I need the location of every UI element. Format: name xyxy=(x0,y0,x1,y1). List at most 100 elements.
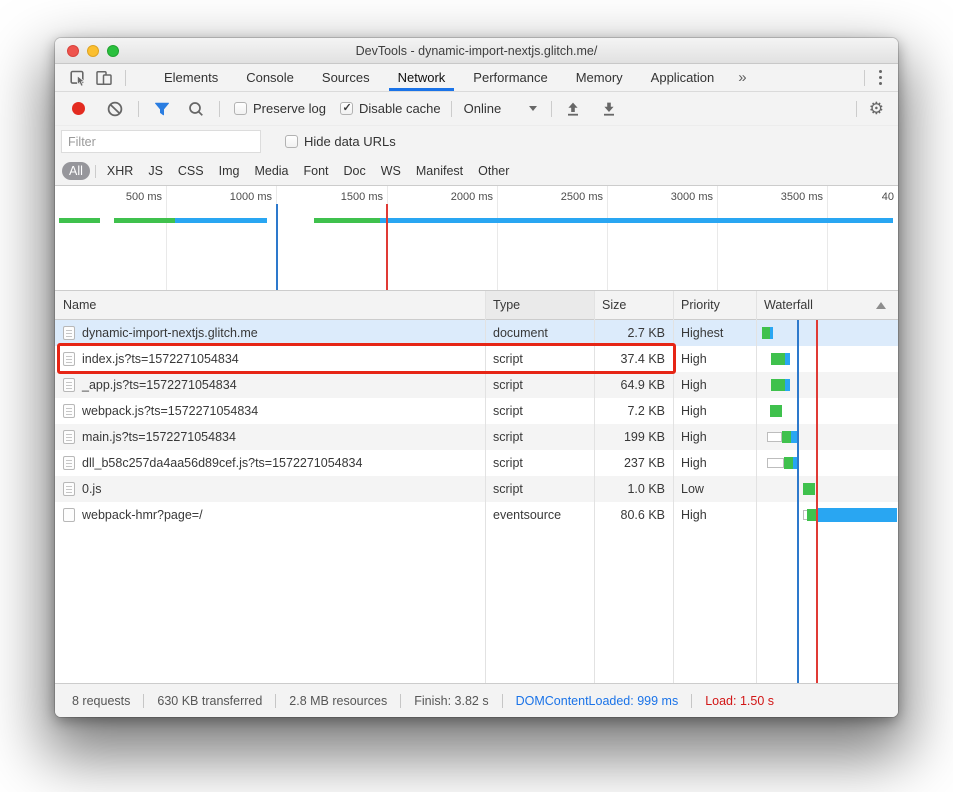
request-row[interactable]: webpack-hmr?page=/eventsource80.6 KBHigh xyxy=(55,502,898,528)
checkbox-unchecked[interactable] xyxy=(234,102,247,115)
cell-priority: High xyxy=(673,424,756,450)
chip-font[interactable]: Font xyxy=(299,162,334,180)
main-menu-icon[interactable] xyxy=(873,70,889,86)
disable-cache-checkbox[interactable]: Disable cache xyxy=(340,101,441,116)
column-header-priority[interactable]: Priority xyxy=(673,291,756,319)
chip-xhr[interactable]: XHR xyxy=(102,162,138,180)
column-separator[interactable] xyxy=(594,291,595,683)
request-row[interactable]: webpack.js?ts=1572271054834script7.2 KBH… xyxy=(55,398,898,424)
waterfall-bar-blue xyxy=(785,379,790,391)
more-tabs-button[interactable]: » xyxy=(728,69,756,86)
cell-priority: High xyxy=(673,372,756,398)
cell-type: script xyxy=(485,372,594,398)
column-header-type[interactable]: Type xyxy=(485,291,594,319)
cell-size: 64.9 KB xyxy=(594,372,673,398)
record-button[interactable] xyxy=(72,102,85,115)
cell-waterfall xyxy=(756,320,898,346)
cell-type: script xyxy=(485,346,594,372)
tab-memory[interactable]: Memory xyxy=(562,64,637,91)
overview-bar xyxy=(314,218,380,223)
clear-icon[interactable] xyxy=(102,97,128,121)
cell-name: webpack.js?ts=1572271054834 xyxy=(55,398,485,424)
chip-media[interactable]: Media xyxy=(249,162,293,180)
column-separator[interactable] xyxy=(485,291,486,683)
divider xyxy=(95,165,96,178)
file-icon xyxy=(63,482,75,496)
cell-type: eventsource xyxy=(485,502,594,528)
request-row[interactable]: dll_b58c257da4aa56d89cef.js?ts=157227105… xyxy=(55,450,898,476)
column-separator[interactable] xyxy=(756,291,757,683)
maximize-button[interactable] xyxy=(107,45,119,57)
column-header-waterfall[interactable]: Waterfall xyxy=(756,291,898,319)
cell-name: dynamic-import-nextjs.glitch.me xyxy=(55,320,485,346)
chevron-down-icon xyxy=(529,106,537,111)
request-row[interactable]: index.js?ts=1572271054834script37.4 KBHi… xyxy=(55,346,898,372)
cell-waterfall xyxy=(756,476,898,502)
tab-performance[interactable]: Performance xyxy=(459,64,561,91)
chip-manifest[interactable]: Manifest xyxy=(411,162,468,180)
checkbox-checked[interactable] xyxy=(340,102,353,115)
sort-ascending-icon xyxy=(876,302,886,309)
file-icon xyxy=(63,378,75,392)
column-header-size[interactable]: Size xyxy=(594,291,673,319)
chip-doc[interactable]: Doc xyxy=(339,162,371,180)
filter-icon[interactable] xyxy=(149,97,175,121)
throttling-select[interactable]: Online xyxy=(464,101,538,116)
overview-bar xyxy=(175,218,267,223)
waterfall-bar-green xyxy=(771,379,785,391)
cell-name: _app.js?ts=1572271054834 xyxy=(55,372,485,398)
tab-sources[interactable]: Sources xyxy=(308,64,384,91)
import-har-icon[interactable] xyxy=(560,97,586,121)
export-har-icon[interactable] xyxy=(596,97,622,121)
file-icon xyxy=(63,456,75,470)
column-header-name[interactable]: Name xyxy=(55,291,485,319)
file-icon xyxy=(63,326,75,340)
request-row[interactable]: dynamic-import-nextjs.glitch.medocument2… xyxy=(55,320,898,346)
timeline-overview[interactable]: 500 ms1000 ms1500 ms2000 ms2500 ms3000 m… xyxy=(55,186,898,291)
waterfall-bar-green xyxy=(807,509,816,521)
inspect-element-icon[interactable] xyxy=(65,66,91,90)
file-icon xyxy=(63,430,75,444)
chip-ws[interactable]: WS xyxy=(376,162,406,180)
checkbox-unchecked[interactable] xyxy=(285,135,298,148)
divider xyxy=(856,101,857,117)
file-icon xyxy=(63,404,75,418)
chip-other[interactable]: Other xyxy=(473,162,514,180)
ruler-label: 3000 ms xyxy=(671,191,713,203)
minimize-button[interactable] xyxy=(87,45,99,57)
preserve-log-checkbox[interactable]: Preserve log xyxy=(234,101,326,116)
request-row[interactable]: main.js?ts=1572271054834script199 KBHigh xyxy=(55,424,898,450)
titlebar: DevTools - dynamic-import-nextjs.glitch.… xyxy=(55,38,898,64)
ruler-label: 2500 ms xyxy=(561,191,603,203)
cell-size: 37.4 KB xyxy=(594,346,673,372)
search-icon[interactable] xyxy=(183,97,209,121)
network-toolbar: Preserve log Disable cache Online ⚙ xyxy=(55,92,898,126)
request-row[interactable]: _app.js?ts=1572271054834script64.9 KBHig… xyxy=(55,372,898,398)
column-separator[interactable] xyxy=(673,291,674,683)
chip-css[interactable]: CSS xyxy=(173,162,209,180)
tab-network[interactable]: Network xyxy=(384,64,460,91)
cell-name: webpack-hmr?page=/ xyxy=(55,502,485,528)
close-button[interactable] xyxy=(67,45,79,57)
cell-type: script xyxy=(485,476,594,502)
chip-img[interactable]: Img xyxy=(214,162,245,180)
request-row[interactable]: 0.jsscript1.0 KBLow xyxy=(55,476,898,502)
tab-elements[interactable]: Elements xyxy=(150,64,232,91)
chip-all[interactable]: All xyxy=(62,162,90,180)
tab-application[interactable]: Application xyxy=(637,64,729,91)
ruler-tick xyxy=(497,186,498,290)
ruler-label: 1000 ms xyxy=(230,191,272,203)
dcl-marker-line xyxy=(276,204,278,290)
tab-console[interactable]: Console xyxy=(232,64,308,91)
hide-data-urls-checkbox[interactable]: Hide data URLs xyxy=(285,134,396,149)
chip-js[interactable]: JS xyxy=(143,162,168,180)
filter-input[interactable] xyxy=(61,130,261,153)
waterfall-bar-green xyxy=(803,483,815,495)
filter-bar: Hide data URLs xyxy=(55,126,898,157)
divider xyxy=(864,70,865,86)
cell-priority: High xyxy=(673,502,756,528)
divider xyxy=(125,70,126,86)
device-toolbar-icon[interactable] xyxy=(91,66,117,90)
cell-priority: High xyxy=(673,398,756,424)
settings-gear-icon[interactable]: ⚙ xyxy=(865,100,888,117)
